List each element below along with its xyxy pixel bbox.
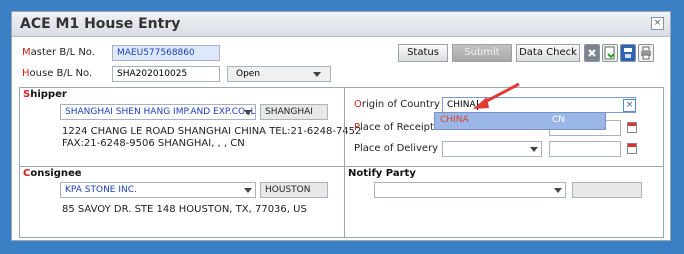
chevron-down-icon: [554, 188, 562, 193]
master-bl-label: Master B/L No.: [22, 47, 95, 58]
notify-party-select[interactable]: [374, 182, 566, 198]
save-icon[interactable]: [620, 44, 636, 62]
consignee-name-value: KPA STONE INC.: [65, 185, 137, 195]
consignee-address: 85 SAVOY DR. STE 148 HOUSTON, TX, 77036,…: [62, 204, 307, 215]
calendar-icon[interactable]: [627, 122, 637, 133]
shipper-title: Shipper: [23, 89, 67, 100]
chevron-down-icon: [530, 147, 538, 152]
calendar-icon[interactable]: [627, 143, 637, 154]
suggestion-country-code[interactable]: CN: [552, 115, 565, 125]
window-title: ACE M1 House Entry: [20, 16, 181, 32]
house-bl-input[interactable]: SHA202010025: [112, 66, 220, 82]
status-button[interactable]: Status: [398, 44, 448, 62]
place-of-delivery-label: Place of Delivery: [354, 143, 439, 154]
suggestion-country-name[interactable]: CHINA: [440, 115, 469, 125]
master-bl-input[interactable]: MAEU577568860: [112, 45, 220, 61]
ace-m1-house-entry-window: ACE M1 House Entry × Master B/L No. MAEU…: [11, 11, 671, 241]
shipper-name-select[interactable]: SHANGHAI SHEN HANG IMP.AND EXP.CO.,LTD: [60, 104, 256, 120]
shipper-city: SHANGHAI: [260, 104, 328, 120]
delivery-date-input[interactable]: [549, 141, 621, 157]
house-bl-label: House B/L No.: [22, 68, 93, 79]
close-icon[interactable]: ×: [651, 17, 664, 30]
delete-icon[interactable]: [584, 44, 600, 62]
submit-button[interactable]: Submit: [452, 44, 512, 62]
place-of-receipt-label: Place of Receipt: [354, 122, 434, 133]
chevron-down-icon: [244, 188, 252, 193]
origin-suggestion-dropdown[interactable]: CHINA CN: [434, 112, 606, 130]
origin-country-label: Origin of Country: [354, 99, 440, 110]
notify-party-city: [572, 182, 642, 198]
chevron-down-icon: [244, 110, 252, 115]
shipper-address-line1: 1224 CHANG LE ROAD SHANGHAI CHINA TEL:21…: [62, 126, 362, 137]
delivery-select[interactable]: [442, 141, 542, 157]
chevron-down-icon: [313, 72, 321, 77]
notify-party-title: Notify Party: [348, 168, 416, 179]
print-icon[interactable]: [638, 44, 654, 62]
shipper-name-value: SHANGHAI SHEN HANG IMP.AND EXP.CO.,LTD: [65, 107, 256, 117]
house-status-value: Open: [236, 69, 261, 79]
clear-icon[interactable]: ×: [623, 99, 636, 112]
consignee-title: Consignee: [23, 168, 82, 179]
consignee-name-select[interactable]: KPA STONE INC.: [60, 182, 256, 198]
consignee-city: HOUSTON: [260, 182, 328, 198]
data-check-button[interactable]: Data Check: [516, 44, 580, 62]
export-icon[interactable]: [602, 44, 618, 62]
annotation-arrow-icon: [473, 82, 520, 109]
shipper-address-line2: FAX:21-6248-9506 SHANGHAI, , , CN: [62, 138, 245, 149]
title-bar: ACE M1 House Entry ×: [12, 12, 670, 37]
